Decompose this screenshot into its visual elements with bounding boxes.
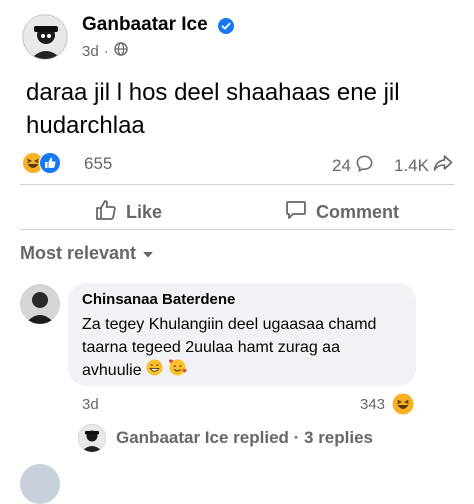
divider xyxy=(20,184,454,185)
like-button[interactable]: Like xyxy=(94,198,162,227)
view-replies-link[interactable]: Ganbaatar Ice replied · 3 replies xyxy=(78,424,373,452)
post-text: daraa jil l hos deel shaahaas ene jil hu… xyxy=(26,79,400,139)
comment-sort-dropdown[interactable]: Most relevant xyxy=(20,243,154,264)
divider xyxy=(20,229,454,230)
comment-bubble: Chinsanaa Baterdene Za tegey Khulangiin … xyxy=(68,283,416,386)
reaction-count[interactable]: 655 xyxy=(84,154,112,174)
like-reaction-icon xyxy=(39,152,61,179)
caret-down-icon xyxy=(142,243,154,264)
comment-button[interactable]: Comment xyxy=(284,198,399,227)
thumbs-up-icon xyxy=(94,198,118,227)
comment-text-block: Za tegey Khulangiin deel ugaasaa chamd t… xyxy=(82,313,402,383)
comment-text: Za tegey Khulangiin deel ugaasaa chamd t… xyxy=(82,316,377,380)
share-count: 1.4K xyxy=(394,155,429,175)
sort-label: Most relevant xyxy=(20,243,137,263)
separator-dot: · xyxy=(103,42,109,60)
grinning-sweat-emoji-icon xyxy=(146,359,163,383)
comment-icon xyxy=(355,154,374,178)
post-time[interactable]: 3d xyxy=(82,43,99,60)
smiling-hearts-emoji-icon xyxy=(168,359,187,383)
share-icon xyxy=(433,154,453,177)
comment-reaction-count[interactable]: 343 xyxy=(360,396,385,413)
comment-count: 24 xyxy=(332,156,351,175)
replies-label: Ganbaatar Ice replied · 3 replies xyxy=(116,428,374,447)
commenter-name[interactable]: Chinsanaa Baterdene xyxy=(82,291,402,308)
like-label: Like xyxy=(126,202,163,222)
share-count-stat[interactable]: 1.4K xyxy=(394,154,453,177)
comment-time[interactable]: 3d xyxy=(82,396,99,413)
post-author-name[interactable]: Ganbaatar Ice xyxy=(82,14,208,36)
verified-badge-icon xyxy=(218,18,234,34)
globe-icon xyxy=(113,42,128,60)
comment-label: Comment xyxy=(316,202,400,222)
next-commenter-avatar[interactable] xyxy=(20,464,60,504)
reaction-icons[interactable] xyxy=(22,152,61,179)
commenter-avatar[interactable] xyxy=(20,284,60,324)
post-meta: 3d · xyxy=(82,42,128,60)
post-author-avatar[interactable] xyxy=(22,14,68,60)
replier-avatar xyxy=(78,424,106,452)
comment-count-stat[interactable]: 24 xyxy=(332,154,374,178)
haha-reaction-icon xyxy=(392,393,414,420)
comment-icon xyxy=(284,198,308,227)
